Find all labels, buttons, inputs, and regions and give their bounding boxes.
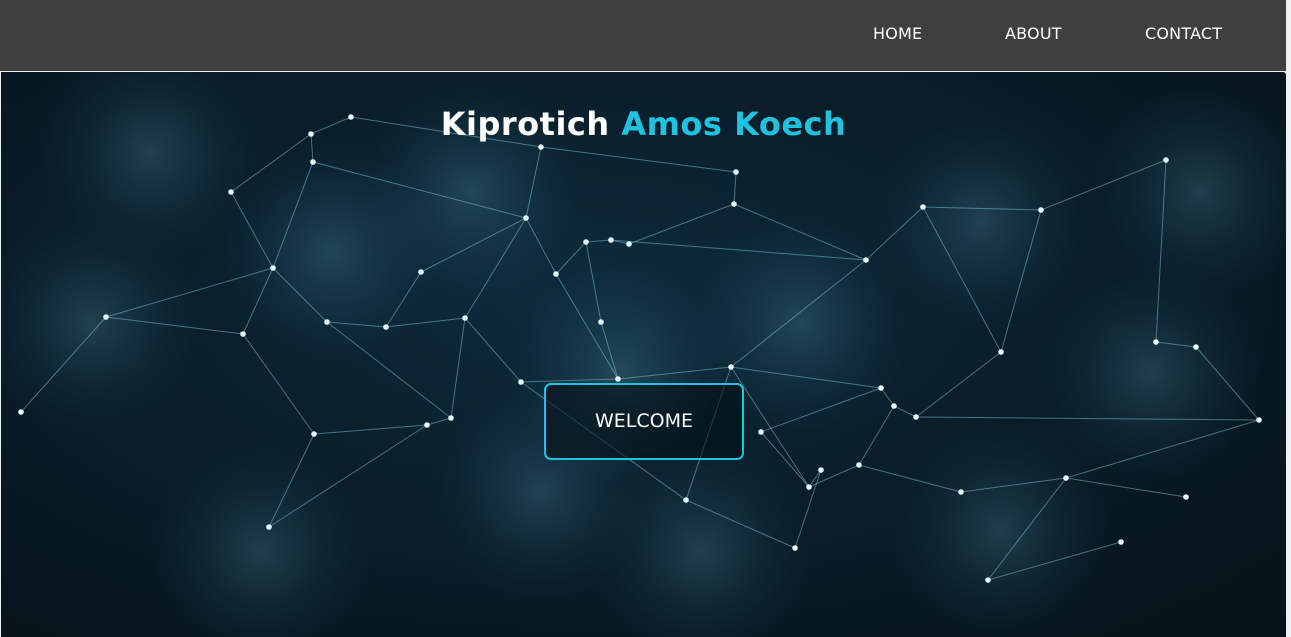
network-node	[266, 524, 272, 530]
network-node	[383, 324, 389, 330]
network-node	[1038, 207, 1044, 213]
network-node	[608, 237, 614, 243]
network-node	[758, 429, 764, 435]
network-node	[998, 349, 1004, 355]
network-node	[448, 415, 454, 421]
network-edge	[585, 239, 612, 243]
network-node	[583, 239, 589, 245]
navbar: HOME ABOUT CONTACT	[0, 0, 1286, 71]
network-node	[878, 385, 884, 391]
network-edge	[426, 417, 452, 426]
hero-title: Kiprotich Amos Koech	[1, 104, 1286, 144]
network-node	[270, 265, 276, 271]
network-node	[1118, 539, 1124, 545]
network-edge	[893, 405, 917, 418]
network-node	[683, 497, 689, 503]
network-node	[462, 315, 468, 321]
network-node	[1163, 157, 1169, 163]
network-node	[985, 577, 991, 583]
network-node	[424, 422, 430, 428]
network-node	[240, 331, 246, 337]
network-node	[598, 319, 604, 325]
network-background-image	[1, 72, 1286, 637]
network-edge	[464, 317, 522, 383]
network-node	[733, 169, 739, 175]
network-node	[792, 545, 798, 551]
network-node	[228, 189, 234, 195]
network-node	[324, 319, 330, 325]
network-node	[615, 376, 621, 382]
network-node	[1063, 475, 1069, 481]
network-node	[818, 467, 824, 473]
network-edge	[313, 424, 428, 435]
welcome-button[interactable]: WELCOME	[544, 383, 744, 460]
title-first-name: Kiprotich	[440, 105, 610, 143]
network-node	[103, 314, 109, 320]
network-node	[538, 144, 544, 150]
network-node	[1153, 339, 1159, 345]
glow-blob	[871, 112, 1091, 332]
network-node	[18, 409, 24, 415]
network-node	[863, 257, 869, 263]
network-node	[920, 204, 926, 210]
network-edge	[628, 203, 735, 245]
network-node	[1193, 344, 1199, 350]
glow-blob	[151, 442, 371, 637]
network-node	[1183, 494, 1189, 500]
title-accent-name: Amos Koech	[621, 105, 847, 143]
network-node	[728, 364, 734, 370]
nav-link-home[interactable]: HOME	[873, 24, 922, 44]
network-edge	[733, 171, 737, 205]
glow-blob	[891, 422, 1111, 637]
network-node	[913, 414, 919, 420]
network-node	[626, 241, 632, 247]
network-node	[518, 379, 524, 385]
network-node	[731, 201, 737, 207]
network-node	[553, 271, 559, 277]
network-node	[418, 269, 424, 275]
network-node	[806, 484, 812, 490]
nav-link-about[interactable]: ABOUT	[1005, 24, 1062, 44]
network-node	[311, 431, 317, 437]
hero-section: Kiprotich Amos Koech WELCOME	[1, 72, 1286, 637]
network-edge	[915, 351, 1002, 418]
network-edge	[880, 387, 895, 407]
network-node	[310, 159, 316, 165]
network-node	[1256, 417, 1262, 423]
network-node	[891, 403, 897, 409]
network-node	[856, 462, 862, 468]
network-edge	[858, 405, 895, 466]
network-node	[958, 489, 964, 495]
network-node	[523, 215, 529, 221]
nav-link-contact[interactable]: CONTACT	[1145, 24, 1222, 44]
network-edge	[450, 317, 466, 419]
